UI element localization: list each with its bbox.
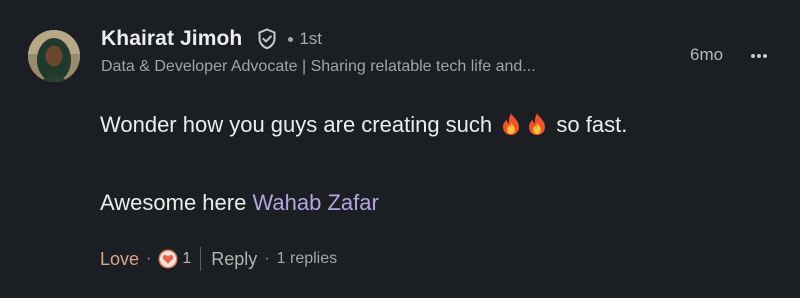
avatar[interactable] (28, 30, 80, 82)
reply-button[interactable]: Reply (211, 249, 257, 270)
separator-dot (288, 36, 294, 42)
fire-emoji (526, 112, 548, 144)
avatar-image (28, 30, 80, 82)
separator-dot: · (264, 250, 270, 267)
comment-text-before: Wonder how you guys are creating such (100, 112, 493, 137)
ellipsis-horizontal-icon[interactable] (747, 44, 771, 68)
separator-dot: · (146, 250, 152, 267)
comment-timestamp: 6mo (690, 45, 724, 64)
comment-header: Khairat Jimoh 1st Data & Developer Advoc… (101, 24, 661, 76)
mention-link[interactable]: Wahab Zafar (252, 190, 378, 215)
comment-line-1: Wonder how you guys are creating such so… (100, 110, 627, 144)
connection-degree: 1st (299, 29, 323, 48)
replies-count-link[interactable]: 1 replies (277, 250, 337, 268)
comment-text-after: so fast. (556, 112, 628, 137)
heart-reaction-icon[interactable] (158, 249, 178, 269)
reaction-count[interactable]: 1 (182, 250, 191, 268)
author-headline[interactable]: Data & Developer Advocate | Sharing rela… (101, 58, 661, 76)
comment-item: Khairat Jimoh 1st Data & Developer Advoc… (0, 0, 800, 298)
author-name[interactable]: Khairat Jimoh (101, 27, 242, 51)
comment-actions: Love · 1 Reply · 1 replies (100, 246, 337, 272)
name-row: Khairat Jimoh 1st (101, 24, 661, 54)
love-reaction-button[interactable]: Love (100, 249, 139, 270)
fire-emoji (500, 112, 522, 144)
comment-text-prefix: Awesome here (100, 190, 247, 215)
divider (200, 247, 202, 271)
shield-check-icon (255, 27, 279, 51)
comment-body: Wonder how you guys are creating such so… (100, 110, 627, 218)
comment-line-2: Awesome here Wahab Zafar (100, 188, 627, 218)
